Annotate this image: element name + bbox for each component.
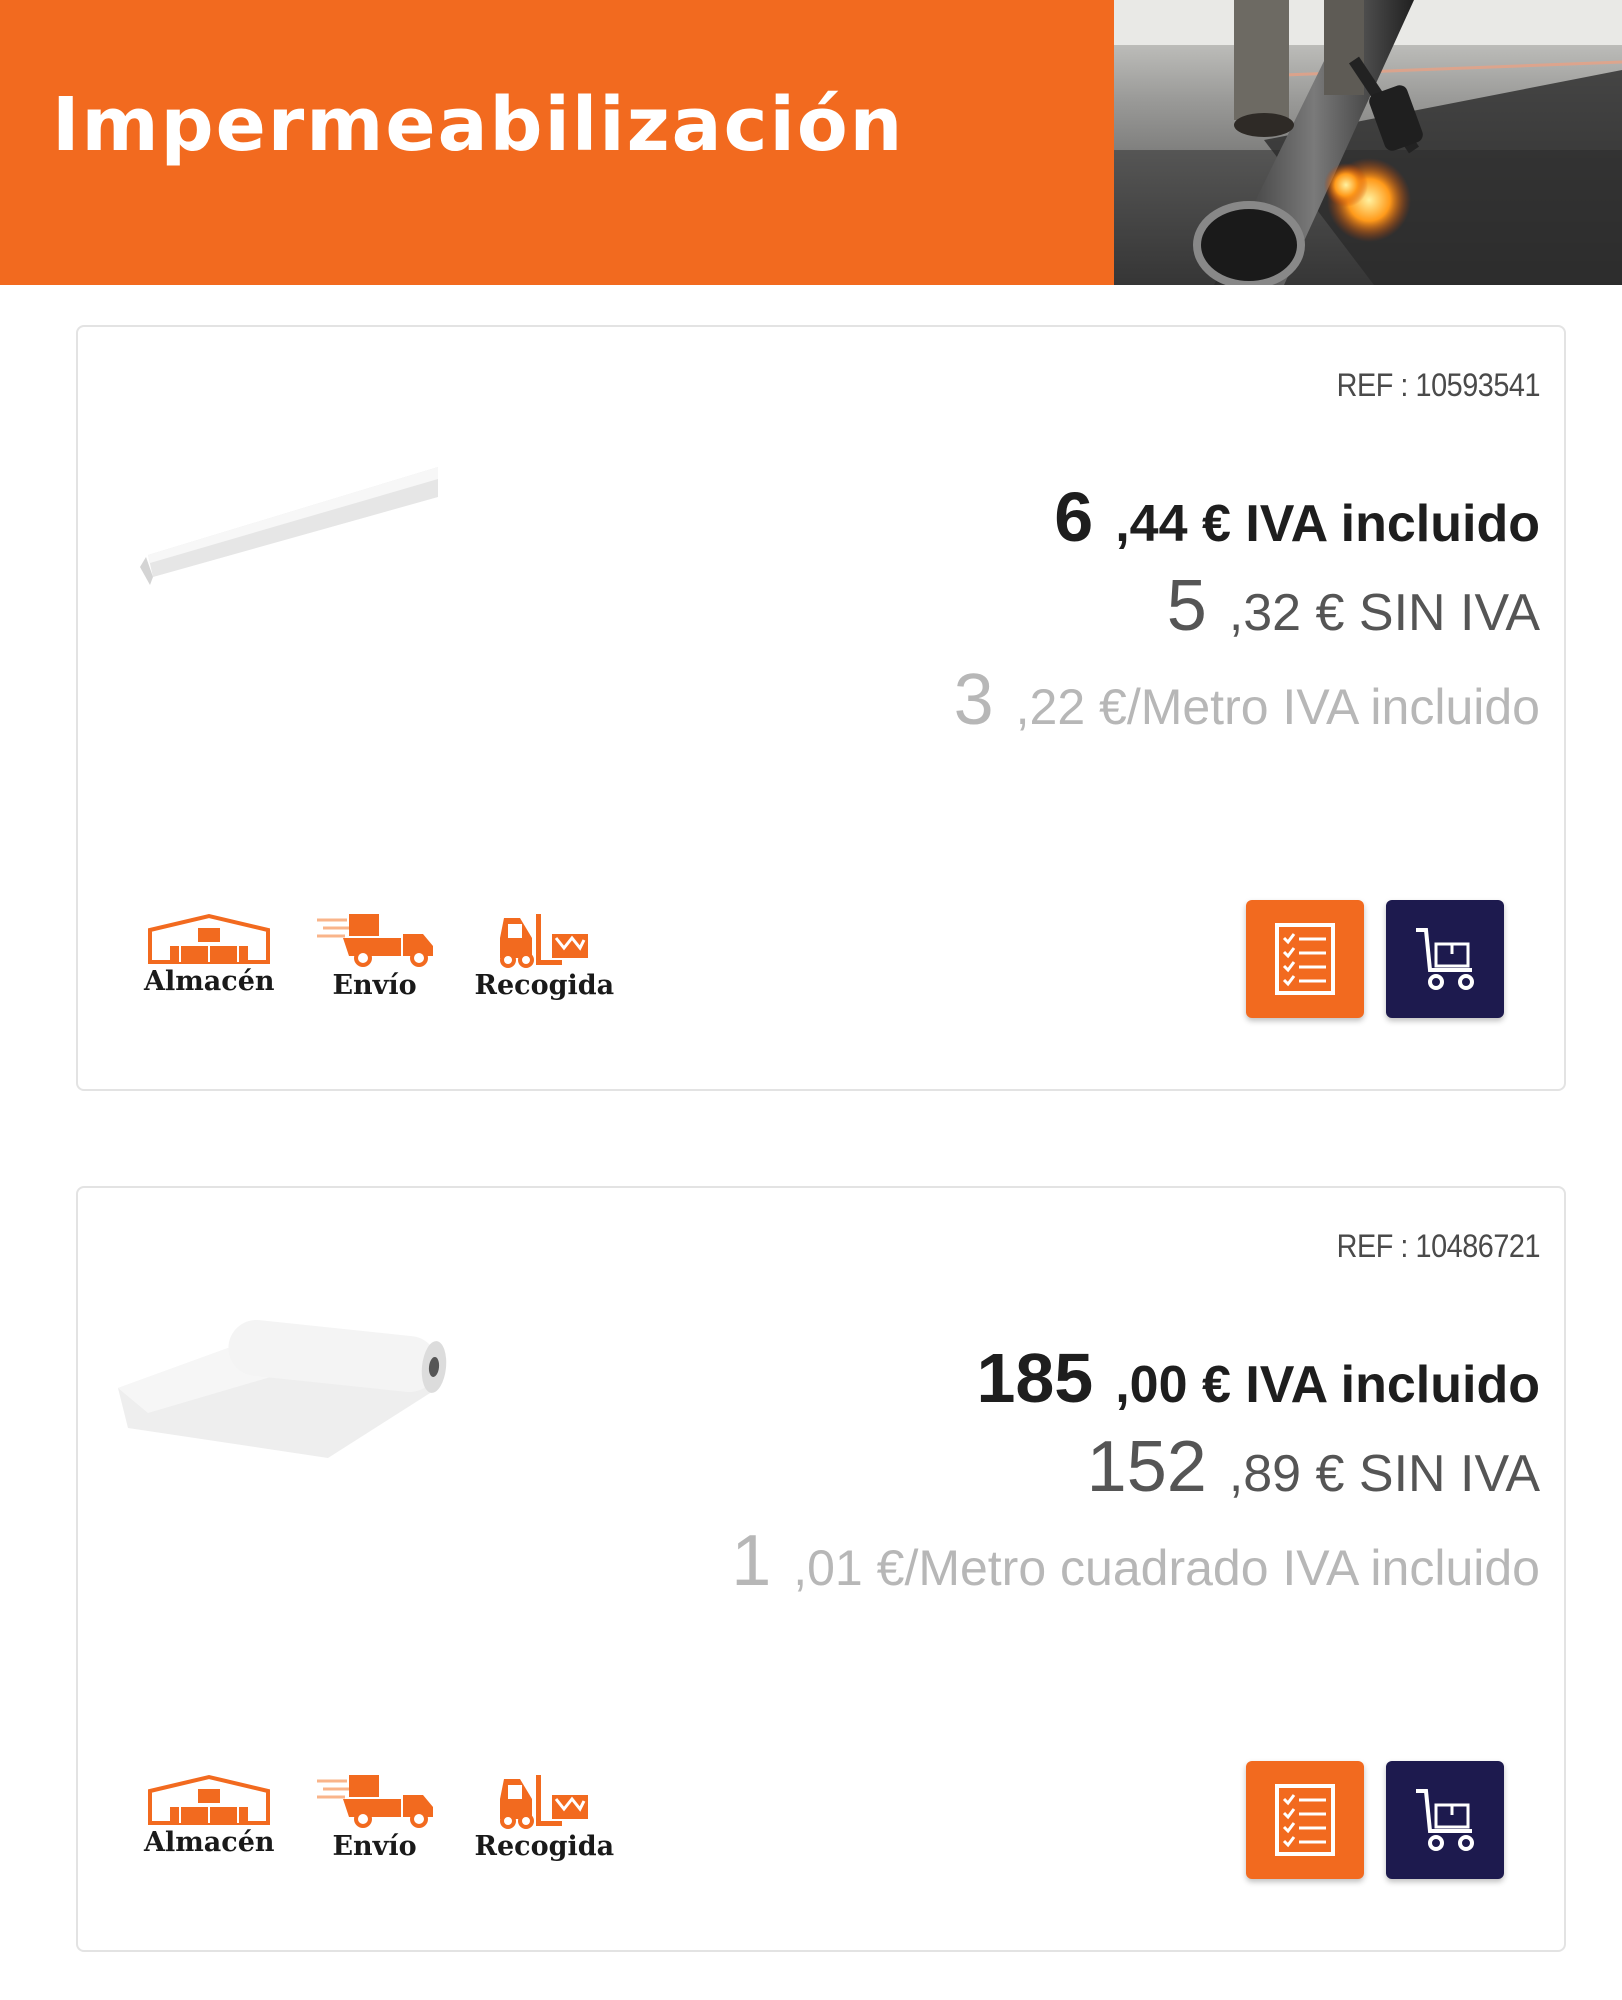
delivery-truck-icon [316, 914, 433, 967]
price-per-unit: 1 ,01 €/Metro cuadrado IVA incluido [731, 1520, 1540, 1602]
service-label: Recogida [474, 1831, 615, 1862]
service-pickup: Recogida [474, 912, 615, 1001]
forklift-icon [500, 914, 589, 968]
add-to-list-button[interactable] [1246, 1761, 1364, 1879]
price-per-unit: 3 ,22 €/Metro IVA incluido [954, 659, 1540, 741]
forklift-icon [500, 1775, 589, 1829]
service-delivery: Envío [315, 1773, 435, 1862]
price-with-vat: 6 ,44 € IVA incluido [1054, 477, 1540, 557]
price-without-vat: 152 ,89 € SIN IVA [1087, 1426, 1540, 1508]
service-warehouse: Almacén [144, 912, 275, 1001]
service-label: Envío [332, 970, 417, 1001]
price-integer: 5 [1166, 566, 1207, 646]
service-label: Almacén [144, 1827, 275, 1858]
product-ref: REF : 10486721 [1336, 1228, 1541, 1264]
service-options: Almacén Envío Recogida [144, 912, 614, 1001]
service-pickup: Recogida [474, 1773, 615, 1862]
service-label: Almacén [144, 966, 275, 997]
price-integer: 185 [976, 1339, 1094, 1417]
banner-photo [1114, 0, 1622, 285]
add-to-cart-button[interactable] [1386, 1761, 1504, 1879]
service-warehouse: Almacén [144, 1773, 275, 1862]
checklist-icon [1275, 1784, 1335, 1856]
service-delivery: Envío [315, 912, 435, 1001]
price-decimals: ,22 €/Metro IVA incluido [1015, 679, 1540, 735]
cart-icon [1416, 928, 1474, 990]
price-integer: 6 [1054, 478, 1094, 556]
price-integer: 3 [953, 660, 994, 740]
price-integer: 152 [1086, 1427, 1207, 1507]
price-decimals: ,44 € IVA incluido [1115, 495, 1540, 553]
product-card[interactable]: REF : 10486721 185 ,00 € IVA incluido 152… [76, 1186, 1566, 1952]
category-title: Impermeabilización [52, 82, 905, 168]
price-without-vat: 5 ,32 € SIN IVA [1167, 565, 1540, 647]
checklist-icon [1275, 923, 1335, 995]
cart-icon [1416, 1789, 1474, 1851]
price-decimals: ,00 € IVA incluido [1115, 1356, 1540, 1414]
product-image[interactable] [108, 407, 448, 617]
price-with-vat: 185 ,00 € IVA incluido [976, 1338, 1540, 1418]
product-ref: REF : 10593541 [1336, 367, 1541, 403]
service-label: Envío [332, 1831, 417, 1862]
product-image[interactable] [108, 1268, 448, 1478]
warehouse-icon [148, 1774, 271, 1825]
add-to-list-button[interactable] [1246, 900, 1364, 1018]
add-to-cart-button[interactable] [1386, 900, 1504, 1018]
price-decimals: ,32 € SIN IVA [1228, 584, 1540, 642]
service-label: Recogida [474, 970, 615, 1001]
category-banner: Impermeabilización [0, 0, 1622, 285]
warehouse-icon [148, 913, 271, 964]
product-card[interactable]: REF : 10593541 6 ,44 € IVA incluido 5 ,32 … [76, 325, 1566, 1091]
price-decimals: ,01 €/Metro cuadrado IVA incluido [793, 1540, 1540, 1596]
service-options: Almacén Envío Recogida [144, 1773, 614, 1862]
price-integer: 1 [731, 1521, 772, 1601]
delivery-truck-icon [316, 1775, 433, 1828]
price-decimals: ,89 € SIN IVA [1228, 1445, 1540, 1503]
